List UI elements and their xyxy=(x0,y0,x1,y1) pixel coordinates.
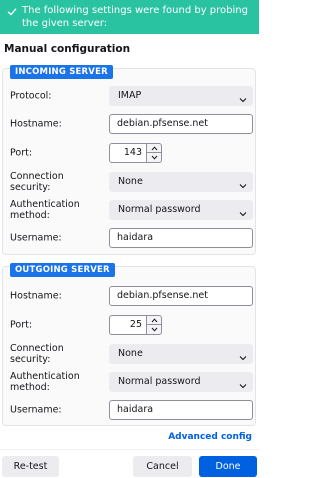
outgoing-username-label: Username: xyxy=(10,404,62,416)
outgoing-username-row: Username: haidara xyxy=(3,399,255,421)
advanced-config-link[interactable]: Advanced config xyxy=(168,432,252,442)
incoming-server-badge: INCOMING SERVER xyxy=(10,65,113,79)
incoming-port-spin xyxy=(146,143,162,163)
decrement-icon[interactable] xyxy=(147,325,161,334)
incoming-protocol-value: IMAP xyxy=(118,90,142,101)
incoming-username-input[interactable]: haidara xyxy=(109,228,253,248)
incoming-port-row: Port: 143 xyxy=(3,142,255,164)
chevron-down-icon xyxy=(239,178,247,189)
incoming-username-row: Username: haidara xyxy=(3,227,255,249)
outgoing-security-row: Connection security: None xyxy=(3,343,255,365)
incoming-auth-label: Authentication method: xyxy=(10,199,80,221)
manual-configuration-title: Manual configuration xyxy=(4,43,131,55)
incoming-server-section: INCOMING SERVER Protocol: IMAP Hostname:… xyxy=(2,65,256,255)
incoming-hostname-row: Hostname: debian.pfsense.net xyxy=(3,113,255,135)
outgoing-auth-select[interactable]: Normal password xyxy=(109,372,253,392)
chevron-down-icon xyxy=(239,378,247,389)
incoming-auth-row: Authentication method: Normal password xyxy=(3,199,255,221)
check-icon xyxy=(6,6,17,17)
outgoing-port-spin xyxy=(146,315,162,335)
outgoing-port-label: Port: xyxy=(10,319,33,331)
incoming-security-value: None xyxy=(118,176,143,187)
outgoing-auth-value: Normal password xyxy=(118,376,201,387)
outgoing-server-section: OUTGOING SERVER Hostname: debian.pfsense… xyxy=(2,263,256,426)
outgoing-server-badge: OUTGOING SERVER xyxy=(10,263,115,277)
cancel-button[interactable]: Cancel xyxy=(133,456,192,477)
incoming-port-input[interactable]: 143 xyxy=(109,143,147,163)
retest-button[interactable]: Re-test xyxy=(2,456,59,477)
incoming-protocol-select[interactable]: IMAP xyxy=(109,86,253,106)
footer-divider xyxy=(0,449,259,450)
outgoing-security-label: Connection security: xyxy=(10,343,64,365)
outgoing-port-row: Port: 25 xyxy=(3,314,255,336)
incoming-port-stepper[interactable]: 143 xyxy=(109,143,163,163)
incoming-username-label: Username: xyxy=(10,232,62,244)
banner-message: The following settings were found by pro… xyxy=(22,5,248,29)
outgoing-hostname-label: Hostname: xyxy=(10,290,62,302)
incoming-auth-value: Normal password xyxy=(118,204,201,215)
incoming-port-label: Port: xyxy=(10,147,33,159)
incoming-security-label: Connection security: xyxy=(10,171,64,193)
outgoing-hostname-row: Hostname: debian.pfsense.net xyxy=(3,285,255,307)
incoming-hostname-input[interactable]: debian.pfsense.net xyxy=(109,114,253,134)
chevron-down-icon xyxy=(239,350,247,361)
outgoing-username-input[interactable]: haidara xyxy=(109,400,253,420)
outgoing-port-input[interactable]: 25 xyxy=(109,315,147,335)
outgoing-auth-label: Authentication method: xyxy=(10,371,80,393)
incoming-protocol-row: Protocol: IMAP xyxy=(3,85,255,107)
account-setup-panel: The following settings were found by pro… xyxy=(0,0,259,478)
incoming-auth-select[interactable]: Normal password xyxy=(109,200,253,220)
increment-icon[interactable] xyxy=(147,144,161,153)
incoming-security-select[interactable]: None xyxy=(109,172,253,192)
decrement-icon[interactable] xyxy=(147,153,161,162)
chevron-down-icon xyxy=(239,92,247,103)
outgoing-security-select[interactable]: None xyxy=(109,344,253,364)
outgoing-hostname-input[interactable]: debian.pfsense.net xyxy=(109,286,253,306)
outgoing-port-stepper[interactable]: 25 xyxy=(109,315,163,335)
success-banner: The following settings were found by pro… xyxy=(0,0,259,34)
incoming-hostname-label: Hostname: xyxy=(10,118,62,130)
outgoing-security-value: None xyxy=(118,348,143,359)
incoming-protocol-label: Protocol: xyxy=(10,90,52,102)
done-button[interactable]: Done xyxy=(199,456,257,477)
incoming-security-row: Connection security: None xyxy=(3,171,255,193)
outgoing-auth-row: Authentication method: Normal password xyxy=(3,371,255,393)
chevron-down-icon xyxy=(239,206,247,217)
increment-icon[interactable] xyxy=(147,316,161,325)
